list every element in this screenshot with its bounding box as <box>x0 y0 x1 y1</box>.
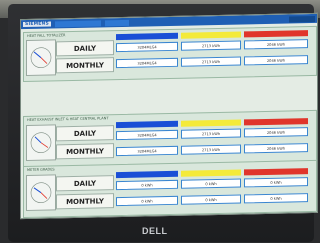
value-cell: 3204MLG4 <box>116 57 178 69</box>
value-cell: 0 kWh <box>116 195 178 207</box>
value-cell: 3204MLG4 <box>116 41 178 53</box>
section-2: HEAT EXHAUST INLET & HEAT CENTRAL PLANT … <box>23 109 317 169</box>
column-header-1 <box>116 120 178 129</box>
value-cell: 0 kWh <box>181 194 241 205</box>
brand-logo: SIEMENS <box>23 21 51 28</box>
value-cell: 2713 kWh <box>181 144 241 155</box>
value-cell: 3204MLG4 <box>116 145 178 157</box>
gauge-dial-icon <box>30 132 52 153</box>
monthly-label: MONTHLY <box>56 143 114 160</box>
value-cell: 2046 kWh <box>244 127 308 138</box>
column-header-2 <box>181 119 241 127</box>
section-3: METER GRADES DAILY MONTHLY 0 kWh 0 kWh 0… <box>23 159 317 219</box>
value-cell: 2713 kWh <box>181 56 241 67</box>
section-caption: HEAT FALL TOTALIZER <box>27 33 66 38</box>
value-cell: 0 kWh <box>244 193 308 204</box>
section-caption: METER GRADES <box>27 167 55 172</box>
column-header-2 <box>181 31 241 39</box>
column-header-1 <box>116 32 178 41</box>
gauge-panel <box>26 124 56 161</box>
value-cell: 0 kWh <box>244 177 308 188</box>
monitor-bezel: SIEMENS HEAT FALL TOTALIZER DAILY MONTHL… <box>8 4 318 242</box>
clock-display <box>289 15 315 22</box>
value-cell: 0 kWh <box>181 178 241 189</box>
section-1: HEAT FALL TOTALIZER DAILY MONTHLY 3204ML… <box>23 25 317 83</box>
value-cell: 3204MLG4 <box>116 129 178 141</box>
monitor-brand-logo: DELL <box>142 226 168 236</box>
top-field-1[interactable] <box>54 19 101 27</box>
screen: SIEMENS HEAT FALL TOTALIZER DAILY MONTHL… <box>20 12 318 220</box>
value-cell: 2046 kWh <box>244 39 308 50</box>
value-cell: 0 kWh <box>116 179 178 191</box>
value-cell: 2713 kWh <box>181 40 241 51</box>
daily-label: DAILY <box>56 125 114 142</box>
gauge-panel <box>26 174 56 211</box>
section-caption: HEAT EXHAUST INLET & HEAT CENTRAL PLANT <box>27 116 109 122</box>
column-header-2 <box>181 169 241 177</box>
column-header-3 <box>244 168 308 176</box>
daily-label: DAILY <box>56 175 114 192</box>
column-header-3 <box>244 118 308 126</box>
monthly-label: MONTHLY <box>56 57 114 74</box>
value-cell: 2046 kWh <box>244 143 308 154</box>
monthly-label: MONTHLY <box>56 193 114 210</box>
value-cell: 2713 kWh <box>181 128 241 139</box>
gauge-dial-icon <box>30 47 52 68</box>
daily-label: DAILY <box>56 40 114 57</box>
gauge-panel <box>26 39 56 76</box>
column-header-3 <box>244 30 308 38</box>
column-header-1 <box>116 170 178 179</box>
top-field-2[interactable] <box>104 19 129 26</box>
gauge-dial-icon <box>30 182 52 203</box>
value-cell: 2046 kWh <box>244 55 308 66</box>
